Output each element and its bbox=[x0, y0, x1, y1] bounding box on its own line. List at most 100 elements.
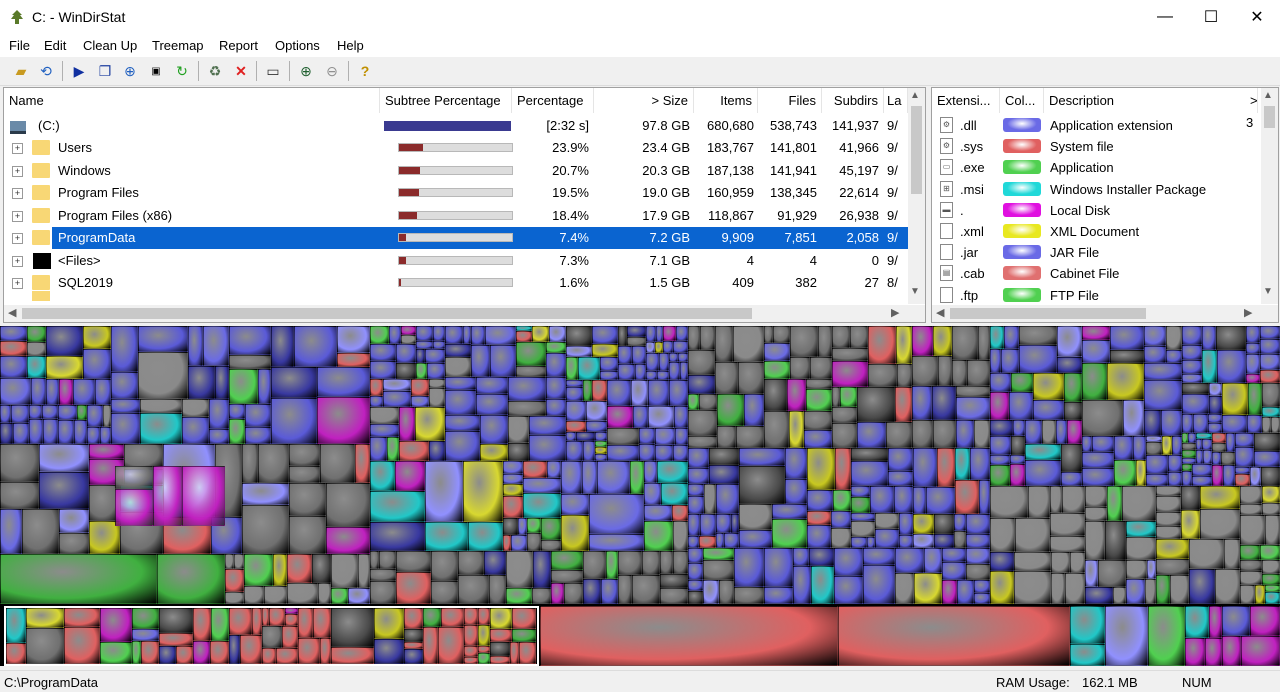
treemap-tile[interactable] bbox=[370, 581, 396, 604]
treemap-tile[interactable] bbox=[793, 548, 809, 566]
scroll-thumb[interactable] bbox=[22, 308, 752, 319]
treemap-tile[interactable] bbox=[1182, 414, 1193, 433]
treemap-tile[interactable] bbox=[717, 426, 736, 448]
treemap-tile[interactable] bbox=[1110, 350, 1144, 363]
treemap-tile[interactable] bbox=[245, 404, 271, 427]
treemap-tile[interactable] bbox=[188, 326, 203, 366]
treemap-tile[interactable] bbox=[1182, 443, 1196, 450]
treemap-tile[interactable] bbox=[699, 394, 717, 410]
column-header-color[interactable]: Col... bbox=[1000, 88, 1044, 113]
treemap-tile[interactable] bbox=[851, 521, 875, 537]
treemap-tile[interactable] bbox=[337, 326, 370, 353]
treemap-tile[interactable] bbox=[1146, 474, 1168, 486]
treemap-tile[interactable] bbox=[320, 444, 355, 483]
treemap-tile[interactable] bbox=[888, 471, 913, 486]
treemap-tile[interactable] bbox=[480, 444, 508, 461]
treemap-tile[interactable] bbox=[1082, 363, 1107, 400]
treemap-tile[interactable] bbox=[1222, 606, 1250, 636]
treemap-tile[interactable] bbox=[478, 625, 490, 646]
scroll-down-icon[interactable]: ▼ bbox=[1263, 286, 1273, 297]
treemap-tile[interactable] bbox=[39, 444, 89, 472]
treemap-tile[interactable] bbox=[1223, 465, 1235, 486]
treemap-tile[interactable] bbox=[739, 504, 772, 530]
treemap-tile[interactable] bbox=[262, 648, 276, 664]
treemap-tile[interactable] bbox=[87, 405, 103, 427]
treemap-tile[interactable] bbox=[709, 448, 739, 465]
treemap-tile[interactable] bbox=[478, 653, 490, 664]
treemap-tile[interactable] bbox=[433, 341, 445, 349]
treemap-tile[interactable] bbox=[806, 389, 832, 411]
treemap-tile[interactable] bbox=[1203, 450, 1212, 464]
treemap-tile[interactable] bbox=[1271, 417, 1280, 433]
treemap-tile[interactable] bbox=[857, 387, 895, 422]
treemap-tile[interactable] bbox=[100, 427, 111, 444]
treemap-tile[interactable] bbox=[851, 486, 870, 497]
treemap-tile[interactable] bbox=[894, 486, 913, 513]
treemap-tile[interactable] bbox=[1192, 476, 1212, 486]
treemap-tile[interactable] bbox=[669, 353, 678, 362]
treemap-tile[interactable] bbox=[715, 362, 738, 394]
treemap-tile[interactable] bbox=[660, 588, 688, 604]
treemap-tile[interactable] bbox=[832, 423, 857, 448]
treemap-tile[interactable] bbox=[503, 474, 523, 484]
treemap-tile[interactable] bbox=[1156, 486, 1181, 496]
treemap-tile[interactable] bbox=[476, 377, 508, 394]
treemap-tile[interactable] bbox=[1222, 383, 1248, 415]
treemap-tile[interactable] bbox=[1185, 606, 1209, 638]
treemap-tile[interactable] bbox=[734, 548, 764, 587]
treemap-tile[interactable] bbox=[416, 363, 427, 379]
treemap-tile[interactable] bbox=[655, 445, 673, 461]
treemap-tile[interactable] bbox=[967, 360, 990, 386]
treemap-tile[interactable] bbox=[229, 404, 245, 419]
treemap-tile[interactable] bbox=[1246, 374, 1260, 383]
treemap-tile[interactable] bbox=[646, 326, 656, 342]
treemap-tile[interactable] bbox=[312, 554, 331, 583]
treemap-tile[interactable] bbox=[399, 407, 415, 441]
treemap-tile[interactable] bbox=[772, 504, 807, 519]
treemap-tile[interactable] bbox=[957, 580, 974, 604]
treemap-tile[interactable] bbox=[924, 548, 942, 573]
treemap-tile[interactable] bbox=[1147, 560, 1156, 579]
treemap-tile[interactable] bbox=[1240, 585, 1255, 604]
tree-row[interactable]: + ProgramData 7.4% 7.2 GB 9,909 7,851 2,058 9/ bbox=[4, 227, 908, 249]
menu-file[interactable]: File bbox=[9, 38, 30, 53]
treemap-tile[interactable] bbox=[326, 527, 370, 554]
treemap-tile[interactable] bbox=[673, 341, 688, 353]
treemap-tile[interactable] bbox=[425, 522, 468, 551]
treemap-tile[interactable] bbox=[427, 363, 445, 379]
vertical-scrollbar[interactable]: ▲ ▼ bbox=[1261, 88, 1278, 304]
treemap-tile[interactable] bbox=[773, 326, 790, 343]
treemap-tile[interactable] bbox=[285, 614, 298, 626]
treemap-tile[interactable] bbox=[159, 633, 193, 646]
treemap-tile[interactable] bbox=[1212, 465, 1223, 486]
treemap-tile[interactable] bbox=[46, 379, 59, 405]
treemap-tile[interactable] bbox=[1222, 636, 1241, 666]
treemap-tile[interactable] bbox=[933, 420, 956, 448]
treemap-tile[interactable] bbox=[564, 583, 583, 604]
treemap-tile[interactable] bbox=[1001, 349, 1019, 373]
scroll-thumb[interactable] bbox=[950, 308, 1146, 319]
treemap-tile[interactable] bbox=[851, 497, 870, 513]
treemap-tile[interactable] bbox=[1182, 383, 1209, 394]
treemap-tile[interactable] bbox=[516, 331, 532, 342]
treemap-tile[interactable] bbox=[26, 608, 64, 628]
extension-row[interactable]: ▬. Local Disk bbox=[932, 200, 1262, 221]
treemap-tile[interactable] bbox=[699, 536, 716, 548]
treemap-tile[interactable] bbox=[1082, 468, 1114, 486]
treemap-tile[interactable] bbox=[46, 356, 83, 379]
treemap-tile[interactable] bbox=[804, 411, 832, 430]
treemap-tile[interactable] bbox=[1260, 545, 1280, 560]
treemap-tile[interactable] bbox=[64, 627, 100, 664]
treemap-tile[interactable] bbox=[287, 554, 312, 583]
treemap-tile[interactable] bbox=[1250, 606, 1280, 636]
treemap-tile[interactable] bbox=[1156, 575, 1170, 604]
treemap-tile[interactable] bbox=[527, 533, 541, 551]
play-icon[interactable]: ▶ bbox=[69, 61, 89, 81]
scroll-right-icon[interactable]: ▶ bbox=[1244, 306, 1252, 319]
treemap-tile[interactable] bbox=[193, 641, 210, 664]
treemap-tile[interactable] bbox=[807, 490, 833, 511]
treemap-tile[interactable] bbox=[546, 377, 566, 399]
scroll-left-icon[interactable]: ◀ bbox=[8, 306, 16, 319]
treemap-tile[interactable] bbox=[974, 420, 990, 448]
horizontal-scrollbar[interactable]: ◀ ▶ bbox=[4, 305, 925, 322]
